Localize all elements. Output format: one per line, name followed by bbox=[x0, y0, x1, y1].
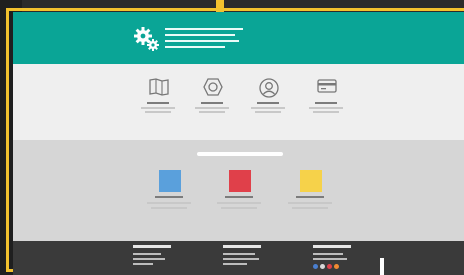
social-dot-white[interactable] bbox=[320, 264, 325, 269]
yellow-tile bbox=[300, 170, 322, 192]
red-tile bbox=[229, 170, 251, 192]
text-cursor-icon bbox=[380, 258, 384, 275]
site-header bbox=[13, 12, 464, 64]
highlight-frame-tab bbox=[216, 0, 224, 12]
header-title-line-3 bbox=[165, 40, 239, 42]
site-footer bbox=[13, 241, 464, 275]
feature-payment[interactable] bbox=[307, 78, 347, 126]
website-wireframe bbox=[13, 12, 464, 275]
header-title-line-4 bbox=[165, 46, 225, 48]
credit-card-icon bbox=[317, 79, 337, 93]
feature-settings[interactable] bbox=[193, 78, 233, 126]
feature-map[interactable] bbox=[139, 78, 179, 126]
social-dot-red[interactable] bbox=[327, 264, 332, 269]
header-title-line-1 bbox=[165, 28, 243, 30]
feature-user[interactable] bbox=[249, 78, 289, 126]
header-title-line-2 bbox=[165, 34, 235, 36]
hex-nut-icon bbox=[203, 78, 223, 96]
features-section bbox=[13, 64, 464, 140]
social-dot-orange[interactable] bbox=[334, 264, 339, 269]
section-title-bar bbox=[197, 152, 283, 156]
user-icon bbox=[259, 78, 279, 98]
gears-icon[interactable] bbox=[133, 25, 161, 53]
social-dot-blue[interactable] bbox=[313, 264, 318, 269]
showcase-section bbox=[13, 140, 464, 241]
blue-tile bbox=[159, 170, 181, 192]
map-icon bbox=[149, 78, 169, 96]
